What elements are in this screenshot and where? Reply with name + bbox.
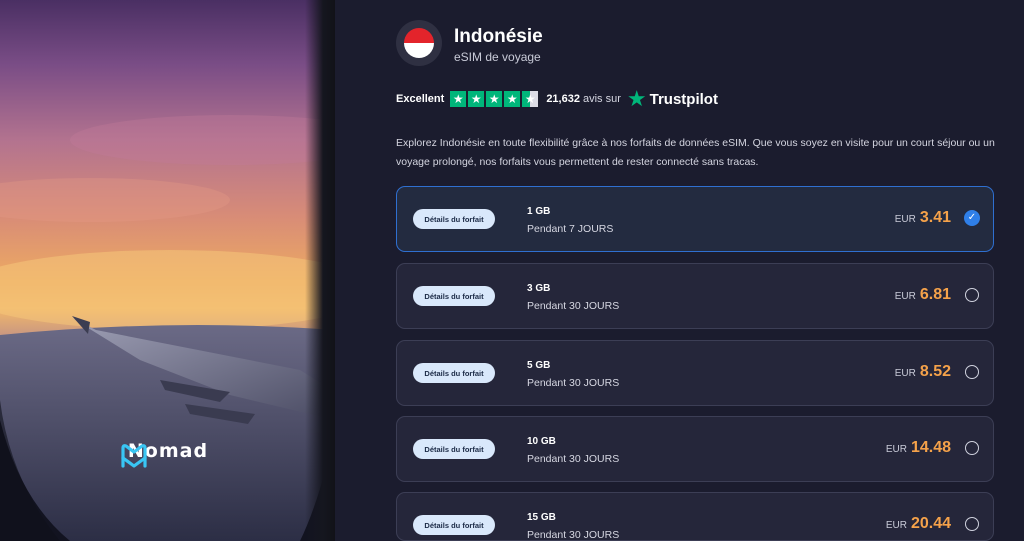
plan-price: EUR 8.52 [895, 363, 951, 383]
plan-details-button[interactable]: Détails du forfait [413, 439, 495, 459]
nomad-logo-icon [121, 444, 147, 468]
plan-data-amount: 5 GB [527, 360, 551, 371]
rating-stars: ★ ★ ★ ★ ★ [450, 91, 539, 107]
price-currency: EUR [885, 520, 907, 531]
flag-disc [404, 28, 434, 58]
plan-card-15gb[interactable]: Détails du forfait 15 GB Pendant 30 JOUR… [396, 492, 994, 541]
price-currency: EUR [894, 368, 916, 379]
price-currency: EUR [885, 444, 907, 455]
plan-card-3gb[interactable]: Détails du forfait 3 GB Pendant 30 JOURS… [396, 263, 994, 329]
plan-duration: Pendant 30 JOURS [527, 529, 620, 541]
plan-details-button[interactable]: Détails du forfait [413, 286, 495, 306]
plan-data-amount: 15 GB [527, 512, 556, 523]
hero-photo: Nomad [0, 0, 335, 541]
plan-radio[interactable] [965, 365, 979, 379]
price-amount: 8.52 [919, 363, 951, 380]
price-amount: 20.44 [910, 515, 951, 532]
plan-price: EUR 3.41 [895, 209, 951, 229]
rating-label: Excellent [396, 93, 445, 105]
trustpilot-star-icon: ★ [626, 86, 647, 111]
window-frame-shadow [305, 0, 335, 541]
main-content: Indonésie eSIM de voyage Excellent ★ ★ ★… [336, 0, 1024, 541]
half-star-icon: ★ [522, 91, 539, 107]
price-amount: 3.41 [919, 209, 951, 226]
plan-details-button[interactable]: Détails du forfait [413, 515, 495, 535]
star-icon: ★ [486, 91, 503, 107]
plan-details-button[interactable]: Détails du forfait [413, 209, 495, 229]
plan-card-5gb[interactable]: Détails du forfait 5 GB Pendant 30 JOURS… [396, 340, 994, 406]
plan-card-1gb[interactable]: Détails du forfait 1 GB Pendant 7 JOURS … [396, 186, 994, 252]
plan-price: EUR 20.44 [886, 515, 951, 535]
plan-duration: Pendant 30 JOURS [527, 377, 620, 389]
plan-duration: Pendant 30 JOURS [527, 453, 620, 465]
plan-data-amount: 10 GB [527, 436, 556, 447]
country-subtitle: eSIM de voyage [454, 50, 541, 64]
trustpilot-rating[interactable]: Excellent ★ ★ ★ ★ ★ 21,632 avis sur ★ Tr… [396, 88, 718, 110]
price-currency: EUR [894, 291, 916, 302]
indonesia-flag-icon [396, 20, 442, 66]
plan-radio[interactable] [965, 441, 979, 455]
trustpilot-brand: Trustpilot [649, 90, 718, 108]
plan-card-10gb[interactable]: Détails du forfait 10 GB Pendant 30 JOUR… [396, 416, 994, 482]
plan-duration: Pendant 30 JOURS [527, 300, 620, 312]
selected-check-icon[interactable]: ✓ [964, 210, 980, 226]
star-icon: ★ [468, 91, 485, 107]
plan-details-button[interactable]: Détails du forfait [413, 363, 495, 383]
review-count: 21,632 [546, 93, 580, 105]
plan-duration: Pendant 7 JOURS [527, 223, 614, 235]
plan-data-amount: 1 GB [527, 206, 551, 217]
star-icon: ★ [504, 91, 521, 107]
plan-data-amount: 3 GB [527, 283, 551, 294]
brand-block: Nomad [118, 440, 218, 468]
country-description: Explorez Indonésie en toute flexibilité … [396, 137, 995, 168]
plan-radio[interactable] [965, 517, 979, 531]
price-amount: 14.48 [910, 439, 951, 456]
price-amount: 6.81 [919, 286, 951, 303]
plan-radio[interactable] [965, 288, 979, 302]
plan-price: EUR 6.81 [895, 286, 951, 306]
country-title: Indonésie [454, 26, 543, 47]
plan-price: EUR 14.48 [886, 439, 951, 459]
review-suffix: avis sur [582, 93, 621, 105]
star-icon: ★ [450, 91, 467, 107]
price-currency: EUR [894, 214, 916, 225]
